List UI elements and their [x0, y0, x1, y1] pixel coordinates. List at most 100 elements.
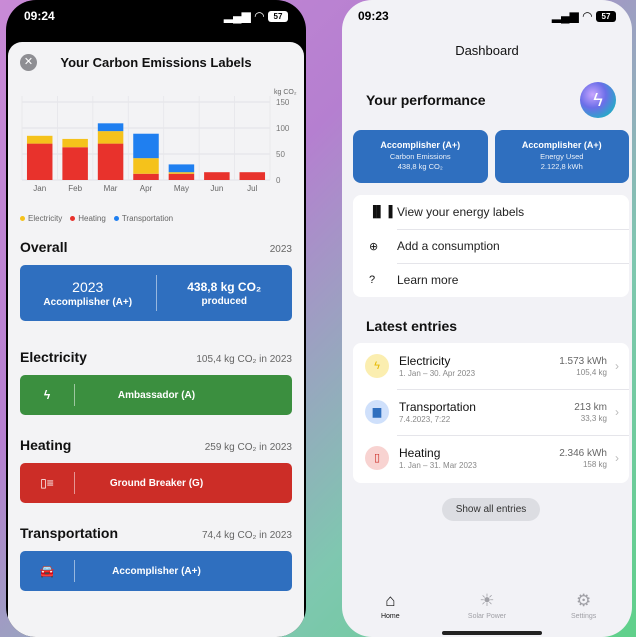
entry-emissions: 105,4 kg	[576, 367, 607, 377]
performance-header: Your performance ϟ	[366, 82, 616, 118]
tab-label: Home	[380, 613, 400, 620]
y-unit-label: kg CO₂	[274, 89, 297, 96]
menu-item-learn-more[interactable]: ? Learn more	[353, 263, 629, 297]
label-category: Energy Used	[540, 152, 584, 161]
bar-electricity	[168, 172, 195, 174]
list-item[interactable]: ▆ Transportation 7.4.2023, 7:22 213 km 3…	[353, 389, 629, 435]
signal-icon: ▂▄▆	[551, 9, 579, 23]
bar-electricity	[97, 131, 124, 144]
lightning-icon: ϟ	[365, 354, 389, 378]
home-icon: ⌂	[385, 591, 396, 610]
bar-electricity	[26, 135, 53, 144]
overall-card-suffix: produced	[201, 295, 248, 307]
bar-heating	[168, 173, 195, 180]
bar-transportation	[133, 133, 159, 159]
question-circle-icon: ?	[369, 274, 376, 286]
electricity-section: Electricity 105,4 kg CO₂ in 2023 ϟ Ambas…	[8, 349, 304, 415]
close-button[interactable]: ✕	[20, 53, 37, 71]
menu-item-view-labels[interactable]: ▐▌▐ View your energy labels	[353, 195, 629, 229]
home-indicator	[442, 631, 542, 635]
chevron-right-icon: ›	[615, 451, 619, 465]
label-category: Carbon Emissions	[389, 152, 451, 161]
overall-card-year: 2023	[72, 278, 104, 295]
x-tick-label: Mar	[104, 184, 118, 193]
entry-date: 1. Jan – 30. Apr 2023	[399, 369, 476, 378]
chevron-right-icon: ›	[615, 405, 619, 419]
wifi-icon: ◠	[582, 9, 592, 23]
sheet-title: Your Carbon Emissions Labels	[60, 54, 252, 70]
bar-transportation	[97, 123, 124, 132]
menu-item-label: View your energy labels	[397, 205, 525, 219]
transportation-label-card[interactable]: 🚘 Accomplisher (A+)	[20, 551, 292, 591]
entry-name: Electricity	[399, 354, 451, 368]
left-phone: 09:24 ▂▄▆ ◠ 57 ✕ Your Carbon Emissions L…	[6, 0, 306, 637]
heating-label-card[interactable]: ▯≡ Ground Breaker (G)	[20, 463, 292, 503]
show-all-entries-button[interactable]: Show all entries	[442, 498, 540, 521]
tab-settings[interactable]: ⚙ Settings	[544, 591, 624, 637]
y-tick-label: 50	[276, 150, 285, 159]
entry-name: Transportation	[399, 400, 476, 414]
entry-value: 213 km	[574, 401, 607, 413]
page-title: Dashboard	[455, 43, 519, 58]
legend-heating: Heating	[70, 214, 106, 223]
x-tick-label: Feb	[68, 184, 82, 193]
status-bar: 09:23 ▂▄▆ ◠ 57	[342, 0, 632, 32]
bar-transportation	[168, 164, 195, 173]
emissions-sheet: ✕ Your Carbon Emissions Labels kg CO₂ 0 50…	[8, 42, 304, 637]
heating-meta: 259 kg CO₂ in 2023	[204, 442, 292, 453]
electricity-label-card[interactable]: ϟ Ambassador (A)	[20, 375, 292, 415]
plus-circle-icon: ⊕	[369, 240, 379, 253]
label-name: Accomplisher (A+)	[521, 140, 602, 150]
heater-icon: ▯	[365, 446, 389, 470]
performance-title: Your performance	[366, 92, 486, 108]
bar-heating	[204, 172, 230, 180]
entry-value: 1.573 kWh	[559, 355, 607, 367]
x-tick-label: Jan	[33, 184, 46, 193]
carbon-emissions-label-card[interactable]: Accomplisher (A+) Carbon Emissions 438,8…	[353, 130, 488, 183]
menu-item-add-consumption[interactable]: ⊕ Add a consumption	[353, 229, 629, 263]
x-tick-label: Jun	[210, 184, 223, 193]
battery-icon: 57	[268, 10, 288, 22]
label-value: 2.122,8 kWh	[540, 162, 583, 171]
overall-section: Overall 2023 2023 Accomplisher (A+) 438,…	[8, 239, 304, 321]
menu-item-label: Add a consumption	[397, 239, 500, 253]
bar-heating	[97, 143, 124, 180]
entry-emissions: 158 kg	[582, 459, 607, 469]
electricity-label: Ambassador (A)	[117, 389, 196, 401]
legend-transportation: Transportation	[113, 214, 173, 223]
sun-icon: ☀	[479, 591, 495, 610]
overall-card-label: Accomplisher (A+)	[43, 296, 133, 308]
signal-icon: ▂▄▆	[223, 9, 251, 23]
car-icon: 🚘	[39, 564, 55, 578]
transportation-label: Accomplisher (A+)	[112, 565, 201, 577]
chevron-right-icon: ›	[615, 359, 619, 373]
transportation-meta: 74,4 kg CO₂ in 2023	[201, 530, 292, 541]
status-time: 09:24	[24, 9, 55, 23]
overall-label-card[interactable]: 2023 Accomplisher (A+) 438,8 kg CO₂ prod…	[20, 265, 292, 321]
status-time: 09:23	[358, 9, 389, 23]
car-icon: ▆	[365, 400, 389, 424]
lightning-icon: ϟ	[43, 388, 51, 402]
y-tick-label: 150	[276, 98, 290, 107]
entry-emissions: 33,3 kg	[580, 413, 607, 423]
x-tick-label: Apr	[140, 184, 153, 193]
energy-used-label-card[interactable]: Accomplisher (A+) Energy Used 2.122,8 kW…	[494, 130, 629, 183]
y-tick-label: 100	[276, 124, 290, 133]
list-item[interactable]: ▯ Heating 1. Jan – 31. Mar 2023 2.346 kW…	[353, 435, 629, 481]
heating-title: Heating	[20, 437, 72, 453]
electricity-title: Electricity	[20, 349, 87, 365]
app-logo-icon: ϟ	[580, 82, 616, 118]
label-value: 438,8 kg CO₂	[397, 162, 443, 171]
right-phone: 09:23 ▂▄▆ ◠ 57 Dashboard Your performanc…	[342, 0, 632, 637]
heating-section: Heating 259 kg CO₂ in 2023 ▯≡ Ground Bre…	[8, 437, 304, 503]
bar-heating	[239, 172, 266, 180]
tab-home[interactable]: ⌂ Home	[350, 591, 430, 637]
menu-item-label: Learn more	[397, 273, 459, 287]
label-cards: Accomplisher (A+) Carbon Emissions 438,8…	[353, 130, 629, 183]
bar-chart-icon: ▐▌▐	[369, 206, 393, 218]
status-bar: 09:24 ▂▄▆ ◠ 57	[6, 0, 306, 32]
x-tick-label: May	[174, 184, 189, 193]
list-item[interactable]: ϟ Electricity 1. Jan – 30. Apr 2023 1.57…	[353, 343, 629, 389]
latest-entries-title: Latest entries	[366, 318, 458, 334]
entry-date: 1. Jan – 31. Mar 2023	[399, 461, 477, 470]
